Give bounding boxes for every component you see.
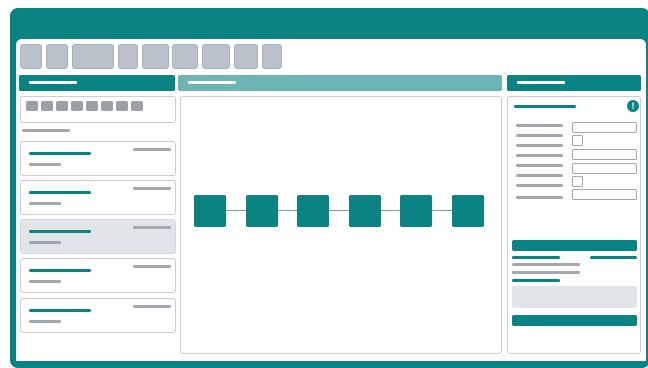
toolbar-button-8[interactable]: [234, 44, 258, 69]
field-label: [516, 134, 563, 137]
text-field[interactable]: [572, 189, 637, 200]
list-item[interactable]: [20, 258, 176, 293]
toolbar-button-6[interactable]: [172, 44, 198, 69]
toolbar-button-1[interactable]: [20, 44, 42, 69]
workflow-connector: [381, 210, 400, 211]
list-count-label: [22, 129, 70, 132]
filter-chip-3[interactable]: [56, 101, 68, 111]
field-label: [516, 164, 563, 167]
field-label: [516, 174, 563, 177]
workflow-connector: [226, 210, 246, 211]
list-item-selected[interactable]: [20, 219, 176, 254]
workflow-node-6[interactable]: [452, 195, 484, 227]
toolbar-button-9[interactable]: [262, 44, 282, 69]
section-header-bar: [512, 240, 637, 251]
workflow-connector: [278, 210, 297, 211]
text-field[interactable]: [572, 122, 637, 133]
field-label: [516, 184, 563, 187]
properties-title: [514, 105, 576, 108]
detail-line: [512, 256, 560, 259]
filter-chip-8[interactable]: [131, 101, 143, 111]
toolbar-button-3[interactable]: [72, 44, 114, 69]
filter-chip-4[interactable]: [71, 101, 83, 111]
filter-chip-6[interactable]: [101, 101, 113, 111]
canvas-panel-header: [178, 75, 502, 91]
list-item[interactable]: [20, 180, 176, 215]
filter-chip-5[interactable]: [86, 101, 98, 111]
field-label: [516, 144, 563, 147]
filter-chip-7[interactable]: [116, 101, 128, 111]
text-field[interactable]: [572, 163, 637, 174]
exclamation-circle-icon[interactable]: !: [627, 100, 639, 112]
field-label: [516, 154, 563, 157]
workflow-connector: [432, 210, 452, 211]
detail-line: [512, 263, 580, 266]
filter-chip-2[interactable]: [41, 101, 53, 111]
filter-chip-1[interactable]: [26, 101, 38, 111]
left-panel-header: [19, 75, 175, 91]
checkbox[interactable]: [572, 176, 583, 187]
field-label: [516, 124, 563, 127]
primary-action-button[interactable]: [512, 315, 637, 326]
workflow-node-3[interactable]: [297, 195, 329, 227]
workflow-node-5[interactable]: [400, 195, 432, 227]
toolbar-button-5[interactable]: [142, 44, 169, 69]
detail-value: [590, 256, 637, 259]
text-field[interactable]: [572, 149, 637, 160]
detail-line: [512, 279, 560, 282]
notes-box[interactable]: [512, 286, 637, 308]
field-label: [516, 196, 563, 199]
list-item[interactable]: [20, 298, 176, 333]
workflow-node-4[interactable]: [349, 195, 381, 227]
detail-line: [512, 271, 580, 274]
checkbox[interactable]: [572, 135, 583, 146]
toolbar-button-2[interactable]: [46, 44, 68, 69]
toolbar-button-7[interactable]: [202, 44, 230, 69]
workflow-node-1[interactable]: [194, 195, 226, 227]
workflow-node-2[interactable]: [246, 195, 278, 227]
toolbar-button-4[interactable]: [118, 44, 138, 69]
list-item[interactable]: [20, 141, 176, 176]
right-panel-header: [507, 75, 641, 91]
workflow-connector: [329, 210, 349, 211]
